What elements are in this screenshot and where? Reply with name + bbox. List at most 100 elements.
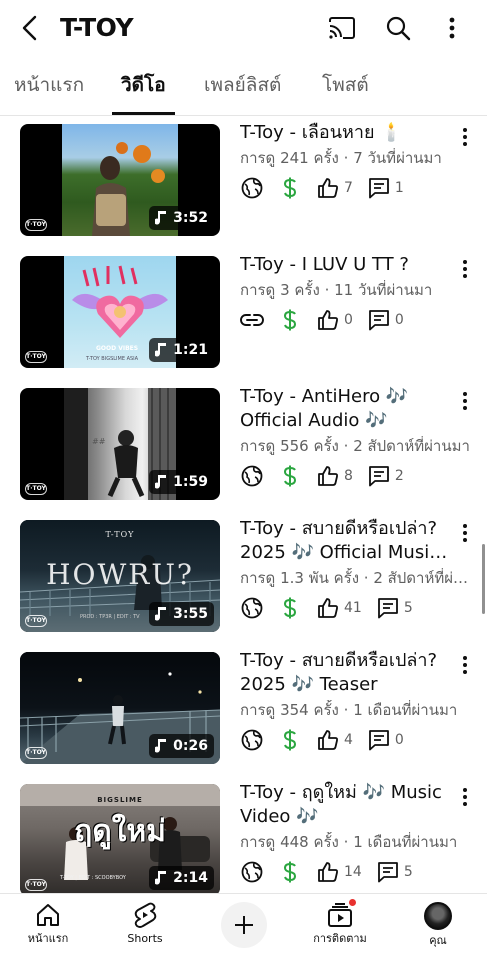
create-plus-icon xyxy=(235,916,253,934)
monetization-dollar-icon xyxy=(278,464,302,488)
globe-public-icon xyxy=(240,860,264,884)
more-vert-icon[interactable] xyxy=(436,12,468,44)
video-more-icon[interactable] xyxy=(455,257,475,281)
like-count: 4 xyxy=(344,732,353,748)
video-info: T-Toy - เลือนหาย 🕯️ การดู 241 ครั้ง · 7 … xyxy=(240,121,450,200)
video-title[interactable]: T-Toy - I LUV U TT ? xyxy=(240,253,450,277)
music-note-icon xyxy=(155,211,167,225)
video-more-icon[interactable] xyxy=(455,785,475,809)
comment-icon xyxy=(367,728,391,752)
video-stats: 4 0 xyxy=(240,728,450,752)
video-item[interactable]: T·TOY 0:26 T-Toy - สบายดีหรือเปล่า? 2025… xyxy=(0,645,487,777)
video-item[interactable]: BIGSLIME ฤดูใหม่ T-TOY | EDIT : SCOOBYBO… xyxy=(0,777,487,893)
video-meta: การดู 448 ครั้ง · 1 เดือนที่ผ่านมา xyxy=(240,833,458,851)
list-scrollbar[interactable] xyxy=(482,544,485,614)
duration-badge: 3:52 xyxy=(149,206,214,230)
video-thumbnail[interactable]: T·TOY 3:52 xyxy=(20,124,220,236)
video-thumbnail[interactable]: GOOD VIBES T-TOY BIGSLIME ASIA T·TOY 1:2… xyxy=(20,256,220,368)
music-note-icon xyxy=(155,607,167,621)
video-item[interactable]: ## T·TOY 1:59 T-Toy - AntiHero 🎶 Officia… xyxy=(0,381,487,513)
tab-videos[interactable]: วิดีโอ xyxy=(121,72,166,98)
nav-you-label: คุณ xyxy=(429,934,447,947)
thumbnail-top-text: BIGSLIME xyxy=(97,796,143,804)
like-count: 8 xyxy=(344,468,353,484)
video-thumbnail[interactable]: ## T·TOY 1:59 xyxy=(20,388,220,500)
video-item[interactable]: T·TOY 3:52 T-Toy - เลือนหาย 🕯️ การดู 241… xyxy=(0,117,487,249)
video-stats: 8 2 xyxy=(240,464,450,488)
avatar xyxy=(424,902,452,930)
video-info: T-Toy - AntiHero 🎶 Official Audio 🎶 การด… xyxy=(240,385,470,488)
globe-public-icon xyxy=(240,176,264,200)
create-button[interactable] xyxy=(221,902,267,948)
comment-icon xyxy=(367,308,391,332)
monetization-dollar-icon xyxy=(278,308,302,332)
video-more-icon[interactable] xyxy=(455,389,475,413)
cast-icon[interactable] xyxy=(326,12,358,44)
tab-posts[interactable]: โพสต์ xyxy=(322,72,369,98)
comment-icon xyxy=(376,596,400,620)
video-stats: 14 5 xyxy=(240,860,450,884)
thumbs-up-icon xyxy=(316,596,340,620)
video-more-icon[interactable] xyxy=(455,521,475,545)
channel-watermark-logo: T·TOY xyxy=(25,219,47,231)
thumbnail-top-text: T-TOY xyxy=(105,530,135,539)
like-count: 14 xyxy=(344,864,362,880)
video-thumbnail[interactable]: BIGSLIME ฤดูใหม่ T-TOY | EDIT : SCOOBYBO… xyxy=(20,784,220,893)
nav-home[interactable]: หน้าแรก xyxy=(8,902,88,946)
duration-badge: 0:26 xyxy=(149,734,214,758)
video-title[interactable]: T-Toy - เลือนหาย 🕯️ xyxy=(240,121,450,145)
comment-count: 5 xyxy=(403,600,413,616)
music-note-icon xyxy=(155,475,167,489)
duration-badge: 1:59 xyxy=(149,470,214,494)
subscriptions-icon xyxy=(327,898,357,928)
like-count: 41 xyxy=(344,600,362,616)
video-item[interactable]: GOOD VIBES T-TOY BIGSLIME ASIA T·TOY 1:2… xyxy=(0,249,487,381)
video-stats: 41 5 xyxy=(240,596,450,620)
search-icon[interactable] xyxy=(382,12,414,44)
channel-watermark-logo: T·TOY xyxy=(25,351,47,363)
nav-shorts[interactable]: Shorts xyxy=(105,902,185,946)
duration-badge: 1:21 xyxy=(149,338,214,362)
comment-count: 5 xyxy=(403,864,413,880)
monetization-dollar-icon xyxy=(278,596,302,620)
nav-shorts-label: Shorts xyxy=(127,932,163,945)
comment-count: 0 xyxy=(394,312,404,328)
tab-playlists[interactable]: เพลย์ลิสต์ xyxy=(204,72,281,98)
channel-tabs: หน้าแรก วิดีโอ เพลย์ลิสต์ โพสต์ xyxy=(0,62,487,116)
video-info: T-Toy - สบายดีหรือเปล่า? 2025 🎶 Teaser ก… xyxy=(240,649,457,752)
channel-watermark-logo: T·TOY xyxy=(25,879,47,891)
video-stats: 7 1 xyxy=(240,176,450,200)
duration-badge: 3:55 xyxy=(149,602,214,626)
video-title[interactable]: T-Toy - สบายดีหรือเปล่า? 2025 🎶 Teaser xyxy=(240,649,450,697)
video-title[interactable]: T-Toy - AntiHero 🎶 Official Audio 🎶 xyxy=(240,385,450,433)
video-more-icon[interactable] xyxy=(455,125,475,149)
nav-subscriptions[interactable]: การติดตาม xyxy=(300,898,380,946)
svg-text:T-TOY BIGSLIME ASIA: T-TOY BIGSLIME ASIA xyxy=(85,356,139,362)
video-thumbnail[interactable]: T-TOY HOWRU? PROD : TP3R | EDIT : TV T·T… xyxy=(20,520,220,632)
video-title[interactable]: T-Toy - ฤดูใหม่ 🎶 Music Video 🎶 xyxy=(240,781,450,829)
video-title[interactable]: T-Toy - สบายดีหรือเปล่า? 2025 🎶 Official… xyxy=(240,517,450,565)
svg-text:GOOD VIBES: GOOD VIBES xyxy=(96,345,138,352)
video-more-icon[interactable] xyxy=(455,653,475,677)
video-info: T-Toy - สบายดีหรือเปล่า? 2025 🎶 Official… xyxy=(240,517,472,620)
music-note-icon xyxy=(155,343,167,357)
video-info: T-Toy - I LUV U TT ? การดู 3 ครั้ง · 11 … xyxy=(240,253,450,332)
notification-dot xyxy=(348,898,357,907)
tab-home[interactable]: หน้าแรก xyxy=(14,72,84,98)
duration-text: 1:59 xyxy=(173,474,208,490)
video-meta: การดู 354 ครั้ง · 1 เดือนที่ผ่านมา xyxy=(240,701,458,719)
comment-icon xyxy=(367,176,391,200)
comment-icon xyxy=(376,860,400,884)
nav-subscriptions-label: การติดตาม xyxy=(313,932,367,945)
back-arrow-icon[interactable] xyxy=(14,12,46,44)
thumbs-up-icon xyxy=(316,728,340,752)
video-meta: การดู 1.3 พัน ครั้ง · 2 สัปดาห์ที่ผ่านมา xyxy=(240,569,472,587)
nav-you[interactable]: คุณ xyxy=(398,902,478,948)
globe-public-icon xyxy=(240,728,264,752)
duration-text: 2:14 xyxy=(173,870,208,886)
video-thumbnail[interactable]: T·TOY 0:26 xyxy=(20,652,220,764)
video-item[interactable]: T-TOY HOWRU? PROD : TP3R | EDIT : TV T·T… xyxy=(0,513,487,645)
video-list: T·TOY 3:52 T-Toy - เลือนหาย 🕯️ การดู 241… xyxy=(0,117,487,893)
monetization-dollar-icon xyxy=(278,860,302,884)
nav-home-label: หน้าแรก xyxy=(27,932,69,945)
